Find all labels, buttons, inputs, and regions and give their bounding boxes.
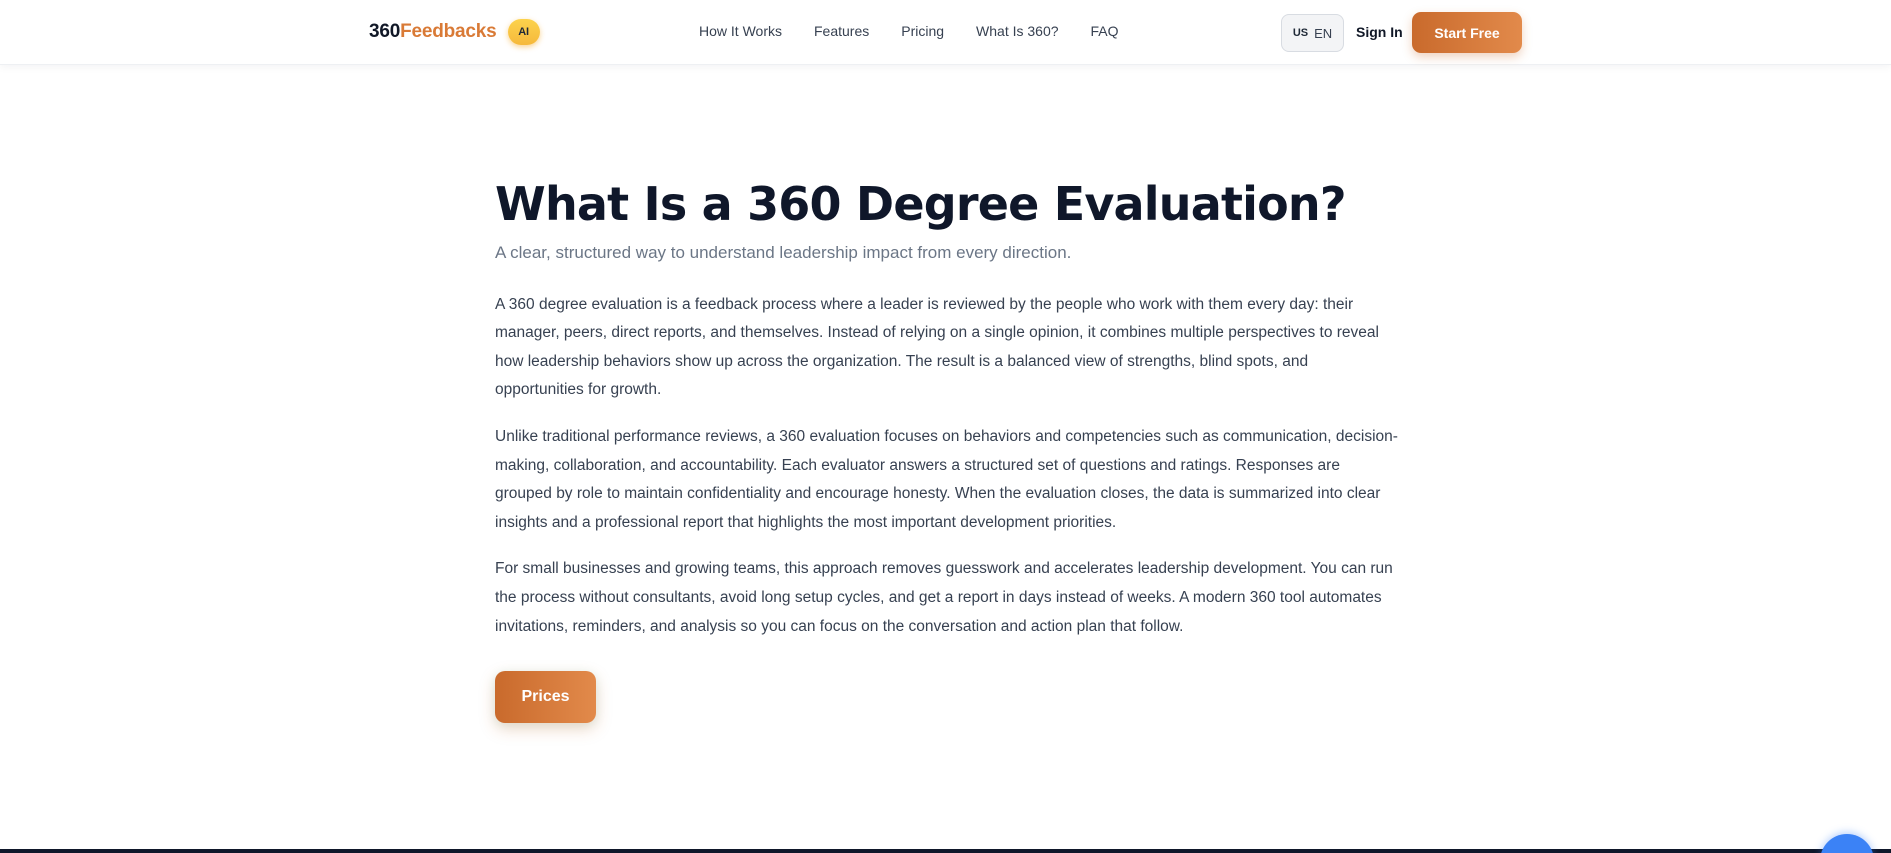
top-navigation-bar: 360 Feedbacks AI How It Works Features Pr… — [0, 0, 1891, 65]
paragraph-comparison: Unlike traditional performance reviews, … — [495, 428, 1398, 531]
brand-logo[interactable]: 360 Feedbacks AI — [369, 19, 540, 45]
nav-link-how-it-works[interactable]: How It Works — [699, 23, 782, 39]
paragraph-small-business: For small businesses and growing teams, … — [495, 560, 1393, 635]
prices-button[interactable]: Prices — [495, 671, 596, 724]
brand-number: 360 — [369, 21, 401, 42]
language-selector[interactable]: US EN — [1281, 14, 1344, 52]
page-subtitle: A clear, structured way to understand le… — [495, 242, 1072, 262]
ai-badge: AI — [507, 19, 540, 45]
footer-top-edge — [0, 849, 1891, 853]
nav-link-faq[interactable]: FAQ — [1091, 23, 1119, 39]
us-flag-icon: US — [1292, 27, 1309, 39]
main-nav: How It Works Features Pricing What Is 36… — [699, 23, 1119, 39]
nav-link-features[interactable]: Features — [814, 23, 869, 39]
page-title: What Is a 360 Degree Evaluation? — [495, 177, 1347, 231]
chat-bubble-icon[interactable] — [1820, 834, 1874, 853]
nav-link-what-is-360[interactable]: What Is 360? — [976, 23, 1059, 39]
nav-link-pricing[interactable]: Pricing — [901, 23, 944, 39]
sign-in-link[interactable]: Sign In — [1356, 24, 1403, 40]
main-content: What Is a 360 Degree Evaluation? A clear… — [495, 177, 1400, 724]
paragraph-definition: A 360 degree evaluation is a feedback pr… — [495, 295, 1379, 399]
page: 360 Feedbacks AI How It Works Features Pr… — [0, 0, 1891, 853]
brand-word: Feedbacks — [400, 21, 497, 42]
start-free-button[interactable]: Start Free — [1412, 12, 1522, 53]
language-code: EN — [1314, 25, 1333, 41]
